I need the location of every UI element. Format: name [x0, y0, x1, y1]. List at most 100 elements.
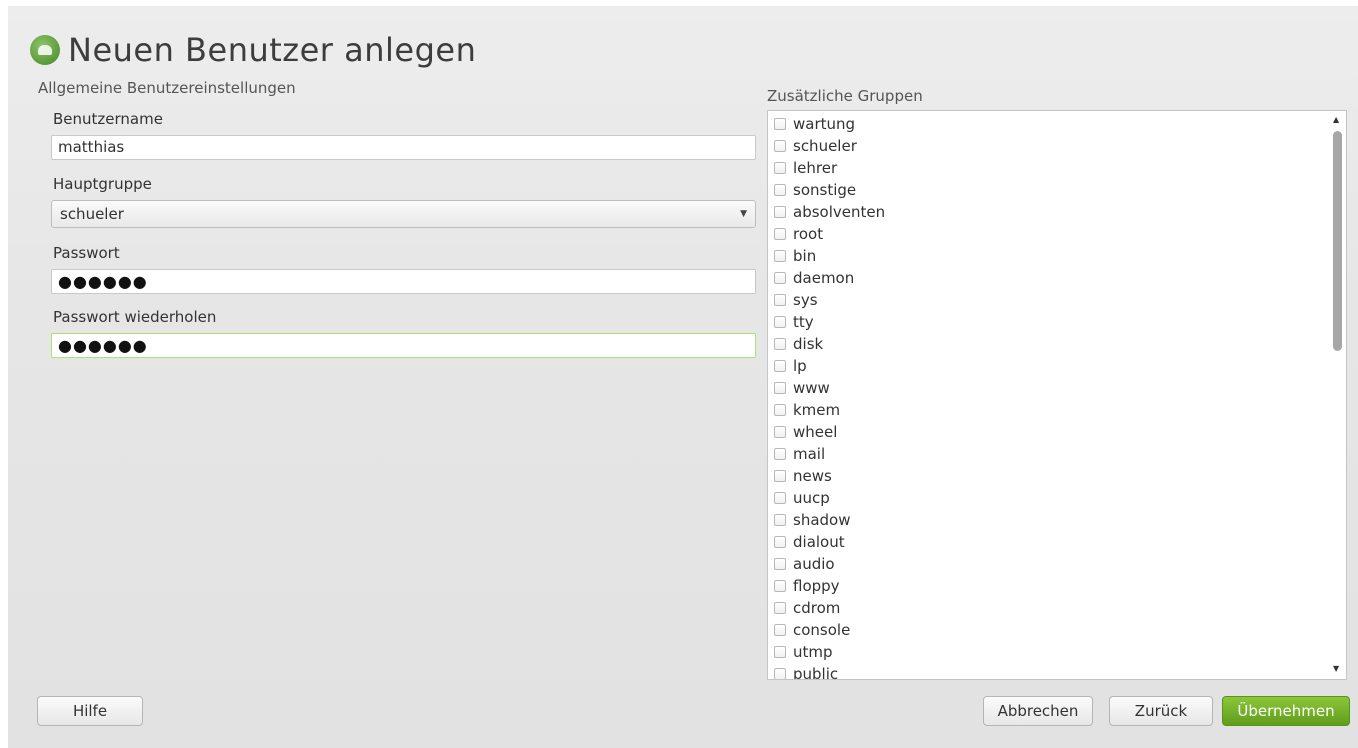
list-item[interactable]: absolventen	[774, 201, 885, 223]
scroll-up-icon[interactable]: ▲	[1333, 115, 1339, 124]
group-label: root	[793, 225, 824, 243]
password-repeat-field[interactable]: ●●●●●●	[51, 333, 756, 358]
group-select[interactable]: schueler ▼	[51, 200, 756, 228]
group-select-value: schueler	[60, 205, 124, 223]
list-item[interactable]: root	[774, 223, 823, 245]
list-item[interactable]: wartung	[774, 113, 855, 135]
group-label: Hauptgruppe	[53, 175, 152, 193]
group-checkbox[interactable]	[774, 514, 786, 526]
group-checkbox[interactable]	[774, 426, 786, 438]
group-checkbox[interactable]	[774, 140, 786, 152]
group-checkbox[interactable]	[774, 228, 786, 240]
dialog-header: Neuen Benutzer anlegen	[30, 30, 476, 70]
back-button[interactable]: Zurück	[1109, 696, 1213, 726]
group-checkbox[interactable]	[774, 382, 786, 394]
list-item[interactable]: public	[774, 663, 839, 680]
group-label: shadow	[793, 511, 851, 529]
group-checkbox[interactable]	[774, 294, 786, 306]
list-item[interactable]: wheel	[774, 421, 837, 443]
group-label: floppy	[793, 577, 840, 595]
group-checkbox[interactable]	[774, 272, 786, 284]
group-checkbox[interactable]	[774, 184, 786, 196]
username-label: Benutzername	[53, 110, 163, 128]
group-label: kmem	[793, 401, 841, 419]
list-item[interactable]: floppy	[774, 575, 840, 597]
list-item[interactable]: uucp	[774, 487, 830, 509]
group-checkbox[interactable]	[774, 118, 786, 130]
list-item[interactable]: lp	[774, 355, 807, 377]
group-label: absolventen	[793, 203, 886, 221]
group-label: audio	[793, 555, 835, 573]
group-label: schueler	[793, 137, 857, 155]
group-label: wartung	[793, 115, 856, 133]
group-checkbox[interactable]	[774, 470, 786, 482]
group-label: uucp	[793, 489, 830, 507]
list-item[interactable]: kmem	[774, 399, 840, 421]
group-label: dialout	[793, 533, 845, 551]
section-label-general: Allgemeine Benutzereinstellungen	[38, 79, 296, 97]
section-label-groups: Zusätzliche Gruppen	[767, 87, 923, 105]
list-item[interactable]: utmp	[774, 641, 833, 663]
group-label: utmp	[793, 643, 833, 661]
group-label: sys	[793, 291, 818, 309]
group-checkbox[interactable]	[774, 404, 786, 416]
group-checkbox[interactable]	[774, 360, 786, 372]
page-title: Neuen Benutzer anlegen	[68, 31, 477, 69]
group-label: public	[793, 665, 839, 680]
list-item[interactable]: cdrom	[774, 597, 840, 619]
group-label: wheel	[793, 423, 838, 441]
group-checkbox[interactable]	[774, 448, 786, 460]
group-label: tty	[793, 313, 814, 331]
list-item[interactable]: dialout	[774, 531, 845, 553]
list-item[interactable]: news	[774, 465, 832, 487]
group-label: cdrom	[793, 599, 841, 617]
cancel-button[interactable]: Abbrechen	[983, 696, 1093, 726]
group-checkbox[interactable]	[774, 338, 786, 350]
list-item[interactable]: bin	[774, 245, 816, 267]
list-item[interactable]: daemon	[774, 267, 854, 289]
list-item[interactable]: audio	[774, 553, 835, 575]
group-checkbox[interactable]	[774, 316, 786, 328]
list-item[interactable]: console	[774, 619, 850, 641]
list-item[interactable]: www	[774, 377, 830, 399]
group-label: disk	[793, 335, 824, 353]
group-label: daemon	[793, 269, 855, 287]
group-checkbox[interactable]	[774, 250, 786, 262]
group-checkbox[interactable]	[774, 206, 786, 218]
username-field[interactable]: matthias	[51, 135, 756, 160]
password-repeat-label: Passwort wiederholen	[53, 308, 217, 326]
group-checkbox[interactable]	[774, 558, 786, 570]
help-button[interactable]: Hilfe	[37, 696, 143, 726]
scrollbar-thumb[interactable]	[1333, 131, 1342, 351]
group-checkbox[interactable]	[774, 492, 786, 504]
list-item[interactable]: lehrer	[774, 157, 837, 179]
group-label: mail	[793, 445, 826, 463]
group-checkbox[interactable]	[774, 602, 786, 614]
chevron-down-icon[interactable]: ▼	[740, 201, 747, 227]
group-label: console	[793, 621, 851, 639]
group-checkbox[interactable]	[774, 162, 786, 174]
group-checkbox[interactable]	[774, 624, 786, 636]
group-label: news	[793, 467, 832, 485]
password-field[interactable]: ●●●●●●	[51, 269, 756, 294]
group-checkbox[interactable]	[774, 668, 786, 679]
apply-button[interactable]: Übernehmen	[1222, 696, 1350, 726]
list-item[interactable]: disk	[774, 333, 823, 355]
list-item[interactable]: sonstige	[774, 179, 856, 201]
list-item[interactable]: shadow	[774, 509, 850, 531]
scroll-down-icon[interactable]: ▼	[1333, 664, 1339, 673]
group-label: www	[793, 379, 830, 397]
group-checkbox[interactable]	[774, 536, 786, 548]
list-item[interactable]: mail	[774, 443, 825, 465]
list-item[interactable]: sys	[774, 289, 818, 311]
list-item[interactable]: tty	[774, 311, 814, 333]
list-item[interactable]: schueler	[774, 135, 857, 157]
group-label: lp	[793, 357, 807, 375]
groups-listbox[interactable]: wartung schueler lehrer sonstige absolventen…	[767, 110, 1347, 680]
group-label: lehrer	[793, 159, 838, 177]
app-logo-icon	[30, 35, 60, 65]
scrollbar[interactable]: ▲ ▼	[1330, 111, 1346, 679]
group-label: sonstige	[793, 181, 857, 199]
group-checkbox[interactable]	[774, 646, 786, 658]
group-checkbox[interactable]	[774, 580, 786, 592]
